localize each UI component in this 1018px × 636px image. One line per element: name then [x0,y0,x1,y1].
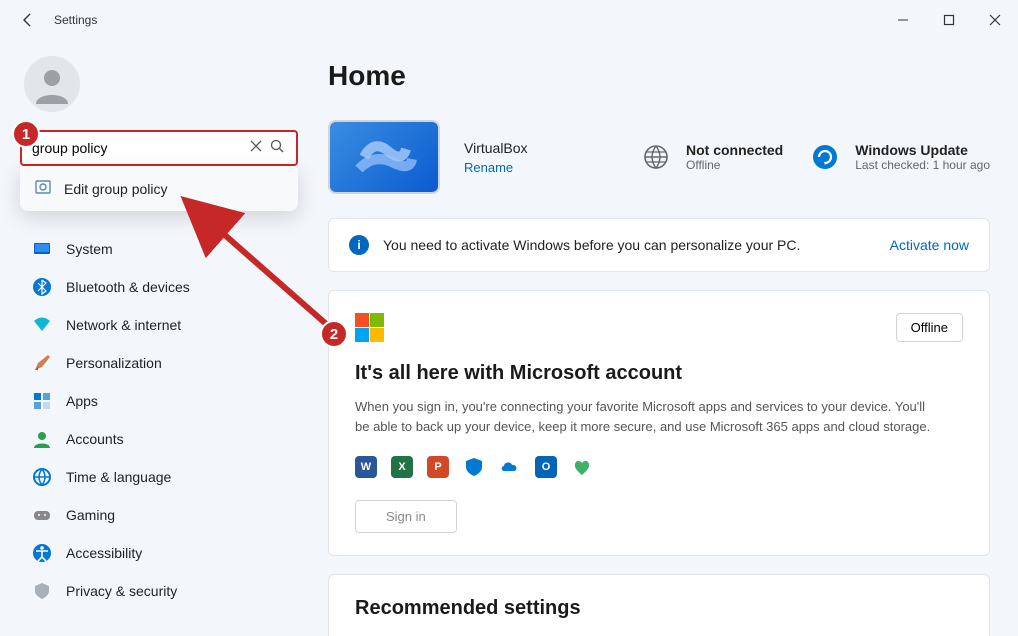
nav-label: Accounts [66,431,124,447]
window-title: Settings [54,13,97,27]
nav-time-language[interactable]: Time & language [20,458,298,496]
annotation-badge-1: 1 [12,120,40,148]
apps-icon [32,391,52,411]
nav-label: Accessibility [66,545,142,561]
suggestion-edit-group-policy[interactable]: Edit group policy [20,166,298,211]
defender-icon [463,456,485,478]
update-heading: Windows Update [855,142,990,158]
avatar [24,56,80,112]
onedrive-icon [499,456,521,478]
shield-icon [32,581,52,601]
globe-icon [638,139,674,175]
back-button[interactable] [20,12,36,28]
nav-label: System [66,241,113,257]
desktop-preview[interactable] [328,120,440,194]
sidebar: Edit group policy System Bluetooth & dev… [0,40,308,636]
update-sub: Last checked: 1 hour ago [855,158,990,172]
microsoft-account-card: Offline It's all here with Microsoft acc… [328,290,990,556]
update-status[interactable]: Windows Update Last checked: 1 hour ago [807,139,990,175]
nav-gaming[interactable]: Gaming [20,496,298,534]
search-box[interactable] [20,130,298,166]
search-suggestions: Edit group policy [20,166,298,211]
offline-button[interactable]: Offline [896,313,963,342]
nav-list: System Bluetooth & devices Network & int… [20,230,298,610]
nav-privacy[interactable]: Privacy & security [20,572,298,610]
system-icon [32,239,52,259]
recommended-settings-card: Recommended settings [328,574,990,636]
clear-search-icon[interactable] [246,139,266,157]
user-account-row[interactable] [20,56,298,112]
nav-system[interactable]: System [20,230,298,268]
suggestion-label: Edit group policy [64,181,168,197]
wifi-icon [32,315,52,335]
group-policy-icon [34,178,52,199]
microsoft-logo [355,313,384,342]
close-button[interactable] [972,4,1018,36]
nav-label: Gaming [66,507,115,523]
rename-link[interactable]: Rename [464,160,528,175]
minimize-button[interactable] [880,4,926,36]
info-icon: i [349,235,369,255]
person-icon [32,429,52,449]
activation-banner: i You need to activate Windows before yo… [328,218,990,272]
maximize-button[interactable] [926,4,972,36]
excel-icon: X [391,456,413,478]
nav-personalization[interactable]: Personalization [20,344,298,382]
search-icon[interactable] [266,139,288,158]
titlebar: Settings [0,0,1018,40]
search-input[interactable] [32,140,246,156]
family-icon [571,456,593,478]
device-name: VirtualBox [464,140,528,156]
update-icon [807,139,843,175]
ms-account-heading: It's all here with Microsoft account [355,362,963,385]
app-icons-row: W X P O [355,456,963,478]
nav-accessibility[interactable]: Accessibility [20,534,298,572]
recommended-heading: Recommended settings [355,597,963,620]
nav-network[interactable]: Network & internet [20,306,298,344]
outlook-icon: O [535,456,557,478]
nav-bluetooth[interactable]: Bluetooth & devices [20,268,298,306]
nav-label: Apps [66,393,98,409]
globe-clock-icon [32,467,52,487]
nav-label: Bluetooth & devices [66,279,190,295]
activate-now-link[interactable]: Activate now [890,237,969,253]
annotation-badge-2: 2 [320,320,348,348]
activation-text: You need to activate Windows before you … [383,237,800,253]
ms-account-desc: When you sign in, you're connecting your… [355,397,935,436]
bluetooth-icon [32,277,52,297]
network-sub: Offline [686,158,783,172]
brush-icon [32,353,52,373]
network-heading: Not connected [686,142,783,158]
nav-label: Network & internet [66,317,181,333]
powerpoint-icon: P [427,456,449,478]
content-area: Home VirtualBox Rename Not connected Off… [308,40,1018,636]
network-status[interactable]: Not connected Offline [638,139,783,175]
accessibility-icon [32,543,52,563]
nav-label: Time & language [66,469,171,485]
gamepad-icon [32,505,52,525]
nav-apps[interactable]: Apps [20,382,298,420]
word-icon: W [355,456,377,478]
page-title: Home [328,60,990,92]
sign-in-button[interactable]: Sign in [355,500,457,533]
nav-label: Personalization [66,355,162,371]
nav-accounts[interactable]: Accounts [20,420,298,458]
nav-label: Privacy & security [66,583,177,599]
status-row: VirtualBox Rename Not connected Offline … [328,120,990,194]
